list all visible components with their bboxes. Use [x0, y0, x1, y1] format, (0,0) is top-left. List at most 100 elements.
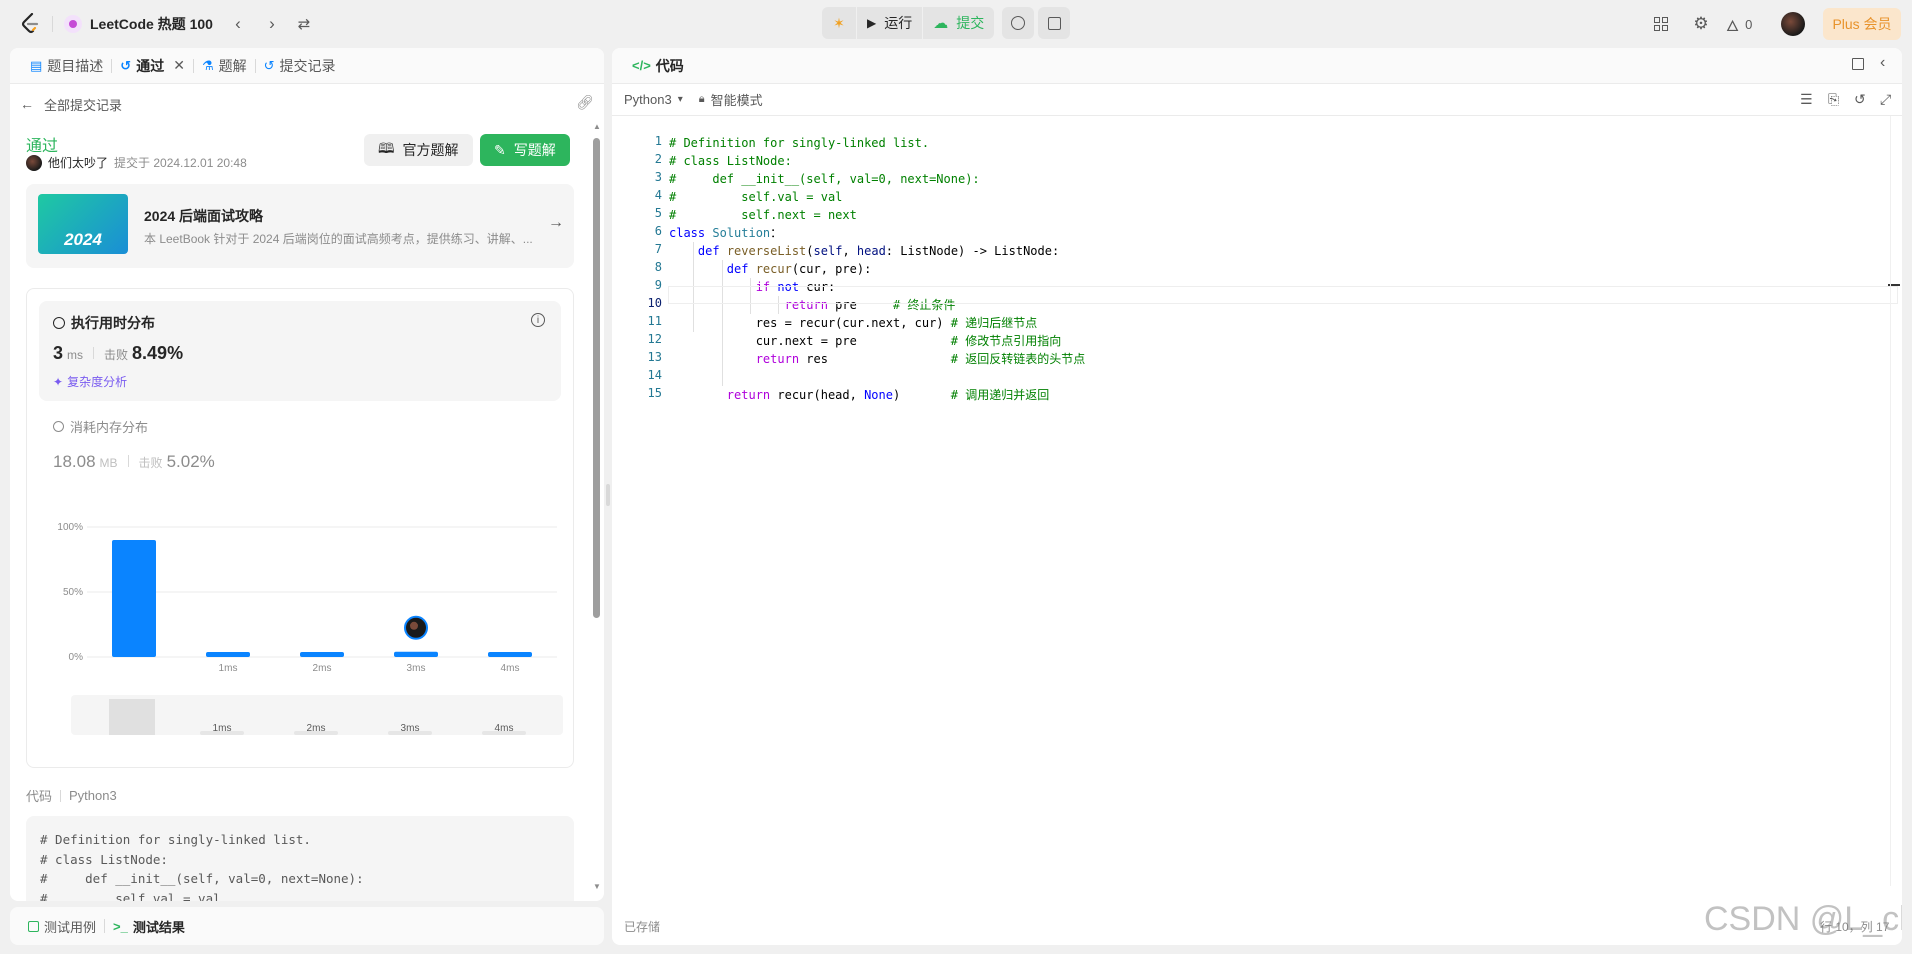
problem-list-button[interactable]: LeetCode 热题 100 — [64, 8, 213, 40]
code-line[interactable]: cur.next = pre # 修改节点引用指向 — [669, 332, 1062, 350]
vertical-scrollbar-line[interactable] — [1890, 116, 1891, 886]
panel-resize-handle[interactable] — [606, 484, 610, 506]
bug-icon: ✶ — [833, 14, 845, 31]
code-preview-line: # class ListNode: — [40, 851, 168, 867]
divider — [93, 347, 95, 359]
code-line[interactable]: # Definition for singly-linked list. — [669, 134, 929, 152]
avatar[interactable] — [1781, 12, 1805, 36]
leetcode-logo-icon[interactable] — [18, 12, 42, 36]
complexity-analysis-link[interactable]: ✦ 复杂度分析 — [53, 373, 127, 390]
code-token: return — [726, 388, 778, 402]
tab-label: 题解 — [218, 57, 247, 74]
chevron-left-icon[interactable]: ‹ — [222, 8, 254, 40]
chevron-right-icon[interactable]: › — [256, 8, 288, 40]
code-line[interactable]: class Solution： — [669, 224, 782, 242]
scroll-area[interactable]: 通过 他们太吵了 提交于 2024.12.01 20:48 🕮 官方题解 ✎ 写… — [10, 120, 604, 901]
username[interactable]: 他们太吵了 — [48, 154, 108, 171]
code-line[interactable]: def reverseList(self, head: ListNode) ->… — [669, 242, 1059, 260]
streak-button[interactable]: 🜂 0 — [1726, 8, 1752, 40]
code-token: recur — [755, 262, 792, 276]
run-button[interactable]: ▶ 运行 — [857, 7, 923, 39]
runtime-distribution-chart[interactable]: 100% 50% 0% 1ms 2ms 3ms 4ms 1ms 2ms 3ms 4ms — [27, 515, 573, 755]
code-token: # 修改节点引用指向 — [950, 334, 1062, 348]
chart-bar[interactable] — [394, 651, 438, 657]
line-number: 12 — [647, 332, 662, 346]
code-line[interactable]: # self.val = val — [669, 188, 842, 206]
code-token: None — [864, 388, 893, 402]
code-line[interactable]: # class ListNode: — [669, 152, 792, 170]
scroll-up-icon[interactable]: ▲ — [593, 122, 601, 131]
language-select[interactable]: Python3 ▾ — [624, 92, 683, 107]
tab-description[interactable]: ▤ 题目描述 — [22, 48, 111, 84]
back-to-submissions[interactable]: ← 全部提交记录 — [20, 92, 122, 116]
debug-button[interactable]: ✶ — [822, 7, 856, 39]
share-link-icon[interactable]: 🔗︎ — [576, 94, 594, 111]
shuffle-icon[interactable]: ⇄ — [288, 8, 320, 40]
line-number: 11 — [647, 314, 662, 328]
chart-bar[interactable] — [488, 652, 532, 657]
code-line[interactable]: return pre # 终止条件 — [669, 296, 956, 314]
range-selector-handle[interactable] — [109, 699, 155, 735]
close-icon[interactable]: ✕ — [173, 57, 185, 74]
runtime-card[interactable]: 执行用时分布 i 3 ms 击败 8.49% ✦ 复杂度分析 — [39, 301, 561, 401]
code-editor[interactable]: 1 # Definition for singly-linked list. 2 # … — [612, 124, 1902, 844]
collapse-panel-icon[interactable]: ‹ — [1880, 54, 1885, 72]
layout-grid-icon[interactable] — [1645, 8, 1677, 40]
arrow-right-icon: → — [548, 214, 564, 231]
tab-test-result[interactable]: >_ 测试结果 — [105, 907, 193, 945]
code-token: # 调用递归并返回 — [950, 388, 1050, 402]
line-number: 9 — [654, 278, 662, 292]
tab-submissions[interactable]: ↺ 提交记录 — [256, 48, 344, 84]
run-label: 运行 — [884, 15, 913, 31]
x-tick-label: 1ms — [219, 663, 238, 674]
code-line[interactable]: def recur(cur, pre): — [669, 260, 872, 278]
maximize-icon[interactable] — [1852, 58, 1864, 70]
back-label: 全部提交记录 — [44, 97, 123, 113]
code-line[interactable]: return recur(head, None) # 调用递归并返回 — [669, 386, 1049, 404]
book-cover-badge: 2024 — [64, 230, 102, 249]
tab-testcase[interactable]: 测试用例 — [20, 907, 104, 945]
memory-values: 18.08 MB 击败 5.02% — [53, 452, 215, 472]
reset-icon[interactable]: ↺ — [1854, 91, 1866, 108]
leetbook-card[interactable]: 2024 2024 后端面试攻略 本 LeetBook 针对于 2024 后端岗… — [26, 184, 574, 268]
submitted-time: 提交于 2024.12.01 20:48 — [114, 156, 247, 170]
edit-icon: ✎ — [494, 141, 506, 158]
format-icon[interactable]: ☰ — [1800, 91, 1813, 108]
tab-accepted[interactable]: ↺ 通过 ✕ — [112, 48, 193, 84]
scrollbar-thumb[interactable] — [593, 138, 600, 618]
chart-bar[interactable] — [300, 652, 344, 657]
code-line[interactable]: return res # 返回反转链表的头节点 — [669, 350, 1086, 368]
scrollbar[interactable]: ▲ ▼ — [592, 120, 602, 901]
runtime-beat-percent: 8.49% — [132, 343, 184, 363]
mode-toggle[interactable]: 🔒︎ 智能模式 — [699, 90, 763, 109]
code-line[interactable]: # self.next = next — [669, 206, 857, 224]
expand-icon[interactable]: ⤢ — [1880, 91, 1891, 108]
code-line[interactable]: res = recur(cur.next, cur) # 递归后继节点 — [669, 314, 1038, 332]
y-tick-label: 100% — [57, 522, 83, 533]
alarm-clock-button[interactable] — [1002, 7, 1035, 39]
note-button[interactable] — [1038, 7, 1071, 39]
indent-guide — [750, 278, 751, 314]
scroll-down-icon[interactable]: ▼ — [593, 882, 601, 891]
official-solution-button[interactable]: 🕮 官方题解 — [364, 134, 473, 166]
divider — [52, 16, 53, 32]
gear-icon[interactable]: ⚙ — [1685, 8, 1717, 40]
plus-member-button[interactable]: Plus 会员 — [1823, 8, 1901, 40]
bookmark-icon[interactable]: ⎘ — [1828, 91, 1839, 108]
code-line[interactable]: # def __init__(self, val=0, next=None): — [669, 170, 980, 188]
editor-toolbar: Python3 ▾ 🔒︎ 智能模式 ☰ ⎘ ↺ ⤢ — [612, 84, 1902, 116]
info-icon[interactable]: i — [531, 313, 545, 327]
submission-meta: 他们太吵了 提交于 2024.12.01 20:48 — [26, 154, 247, 171]
chart-bar[interactable] — [206, 652, 250, 657]
memory-section[interactable]: 消耗内存分布 18.08 MB 击败 5.02% — [53, 417, 215, 472]
submit-button[interactable]: ☁ 提交 — [923, 7, 995, 39]
tab-code[interactable]: </> 代码 — [624, 48, 692, 84]
tab-solutions[interactable]: ⚗ 题解 — [194, 48, 255, 84]
code-token: self — [813, 244, 843, 258]
write-solution-button[interactable]: ✎ 写题解 — [480, 134, 570, 166]
chart-bar[interactable] — [112, 540, 156, 657]
